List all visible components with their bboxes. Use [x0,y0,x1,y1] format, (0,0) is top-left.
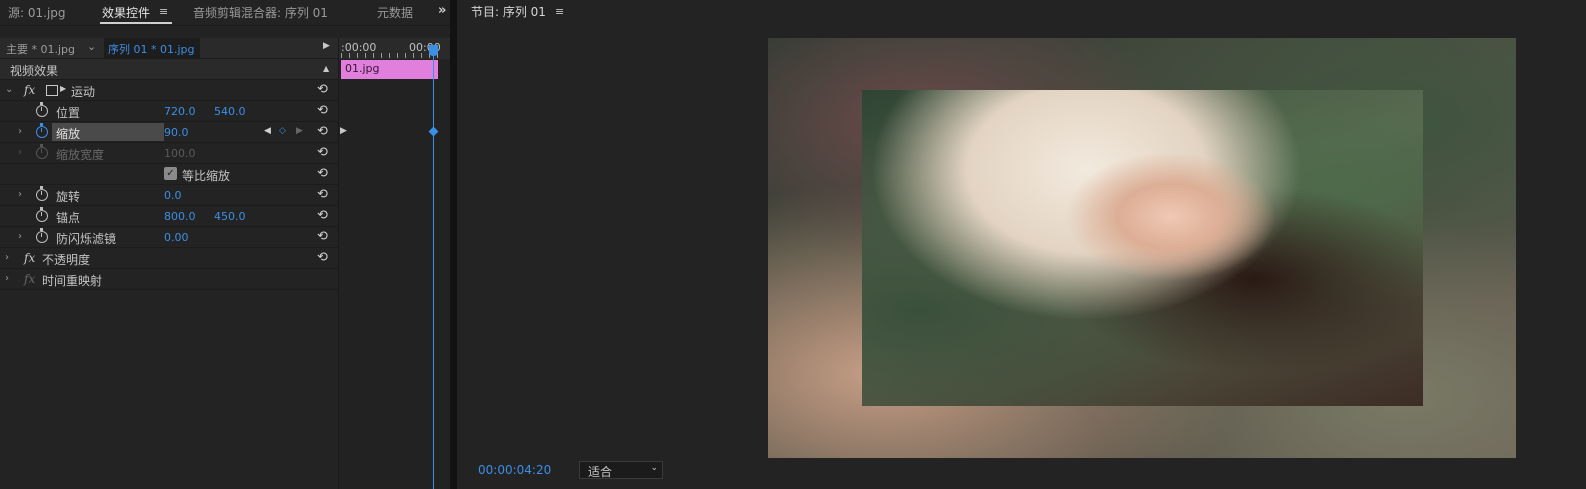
add-keyframe-icon[interactable]: ◇ [279,126,286,136]
time-remap-row[interactable]: › fx 时间重映射 [0,269,338,290]
panel-divider[interactable] [450,0,457,489]
effect-controls-timeline[interactable]: :00:00 00:00 01.jpg ▶ [338,38,451,489]
position-label: 位置 [56,106,81,120]
anchor-y-value[interactable]: 450.0 [214,210,246,223]
ruler-ticks [341,53,441,58]
tab-audio-clip-mixer[interactable]: 音频剪辑混合器: 序列 01 [193,4,328,21]
reset-icon[interactable]: ⟲ [317,208,328,223]
anti-flicker-value[interactable]: 0.00 [164,231,189,244]
zoom-fit-value: 适合 [588,465,613,479]
playhead-line[interactable] [433,50,434,489]
reset-icon[interactable]: ⟲ [317,145,328,160]
stopwatch-icon[interactable] [36,186,48,201]
play-only-audio-icon[interactable]: ▶ [323,41,330,51]
sequence-clip-tab[interactable]: 序列 01 * 01.jpg [104,38,200,58]
scale-width-row: › 缩放宽度 100.0 ⟲ [0,143,338,164]
panel-menu-icon[interactable]: ≡ [159,5,168,18]
panel-menu-icon[interactable]: ≡ [555,5,564,18]
time-remap-label: 时间重映射 [42,274,103,288]
keyframe-arrow-icon: ▶ [340,126,347,136]
scaled-photo [862,90,1423,406]
clip-bar[interactable]: 01.jpg [341,60,438,79]
program-monitor: 节目: 序列 01 ≡ 00:00:04:20 适合 ⌄ [457,0,1586,489]
anchor-point-label: 锚点 [56,211,81,225]
playhead-timecode[interactable]: 00:00:04:20 [478,463,551,477]
fx-badge-icon: fx [24,272,36,286]
tab-effect-controls[interactable]: 效果控件 [102,4,150,21]
transform-icon[interactable] [46,85,58,96]
prev-keyframe-icon[interactable]: ◀ [264,126,271,136]
uniform-scale-checkbox[interactable]: ✓ [164,167,177,180]
anti-flicker-label: 防闪烁滤镜 [56,232,117,246]
scale-value[interactable]: 90.0 [164,126,189,139]
active-tab-indicator [100,22,172,24]
effect-property-list: 视频效果 ▲ ⌄ fx ▶ 运动 ⟲ 位置 720.0 540.0 ⟲ › 缩放… [0,59,338,290]
chevron-down-icon: ⌄ [650,463,658,473]
playhead-handle[interactable] [429,45,438,56]
scale-width-value: 100.0 [164,147,196,160]
anchor-x-value[interactable]: 800.0 [164,210,196,223]
expand-chevron-icon[interactable]: › [18,231,22,242]
motion-effect-row[interactable]: ⌄ fx ▶ 运动 ⟲ [0,80,338,101]
expand-chevron-icon: › [18,147,22,158]
opacity-effect-row[interactable]: › fx 不透明度 ⟲ [0,248,338,269]
fx-badge-icon[interactable]: fx [24,251,35,265]
expand-chevron-icon[interactable]: ⌄ [5,84,13,95]
left-tab-bar: 源: 01.jpg 效果控件 ≡ 音频剪辑混合器: 序列 01 元数据 » [0,0,450,26]
zoom-fit-dropdown[interactable]: 适合 ⌄ [579,461,663,479]
effect-controls-panel: 源: 01.jpg 效果控件 ≡ 音频剪辑混合器: 序列 01 元数据 » 主要… [0,0,451,489]
reset-icon[interactable]: ⟲ [317,82,328,97]
rotation-label: 旋转 [56,190,81,204]
master-clip-label[interactable]: 主要 * 01.jpg [6,41,75,57]
stopwatch-active-icon[interactable] [36,123,48,138]
scale-row: › 缩放 90.0 ◀ ◇ ▶ ⟲ [0,122,338,143]
stopwatch-icon [36,144,48,159]
stopwatch-icon[interactable] [36,102,48,117]
reset-icon[interactable]: ⟲ [317,124,328,139]
position-y-value[interactable]: 540.0 [214,105,246,118]
position-row: 位置 720.0 540.0 ⟲ [0,101,338,122]
scale-label: 缩放 [56,127,81,141]
program-monitor-title[interactable]: 节目: 序列 01 [471,3,546,20]
reset-icon[interactable]: ⟲ [317,187,328,202]
scale-width-label: 缩放宽度 [56,148,105,162]
cursor-arrow-icon: ▶ [60,84,67,93]
anchor-point-row: 锚点 800.0 450.0 ⟲ [0,206,338,227]
opacity-label: 不透明度 [42,253,91,267]
rotation-value[interactable]: 0.0 [164,189,182,202]
uniform-scale-label: 等比缩放 [182,169,231,183]
expand-chevron-icon[interactable]: › [18,189,22,200]
reset-icon[interactable]: ⟲ [317,103,328,118]
reset-icon[interactable]: ⟲ [317,166,328,181]
motion-label: 运动 [71,85,96,99]
next-keyframe-icon[interactable]: ▶ [296,126,303,136]
expand-chevron-icon[interactable]: › [5,252,9,263]
position-x-value[interactable]: 720.0 [164,105,196,118]
tab-source[interactable]: 源: 01.jpg [8,4,66,21]
anti-flicker-row: › 防闪烁滤镜 0.00 ⟲ [0,227,338,248]
effect-controls-header: 主要 * 01.jpg ⌄ 序列 01 * 01.jpg ▶ [0,38,338,59]
program-canvas[interactable] [768,38,1516,458]
rotation-row: › 旋转 0.0 ⟲ [0,185,338,206]
video-effects-label: 视频效果 [10,64,59,78]
stopwatch-icon[interactable] [36,207,48,222]
tab-overflow-icon[interactable]: » [438,3,446,18]
tab-metadata[interactable]: 元数据 [377,4,413,21]
reset-icon[interactable]: ⟲ [317,250,328,265]
expand-chevron-icon[interactable]: › [5,273,9,284]
expand-chevron-icon[interactable]: › [18,126,22,137]
collapse-up-icon[interactable]: ▲ [323,64,329,73]
uniform-scale-row: ✓ 等比缩放 ⟲ [0,164,338,185]
stopwatch-icon[interactable] [36,228,48,243]
video-effects-header: 视频效果 ▲ [0,59,338,80]
chevron-down-icon[interactable]: ⌄ [87,40,96,53]
fx-badge-icon[interactable]: fx [24,83,35,97]
reset-icon[interactable]: ⟲ [317,229,328,244]
